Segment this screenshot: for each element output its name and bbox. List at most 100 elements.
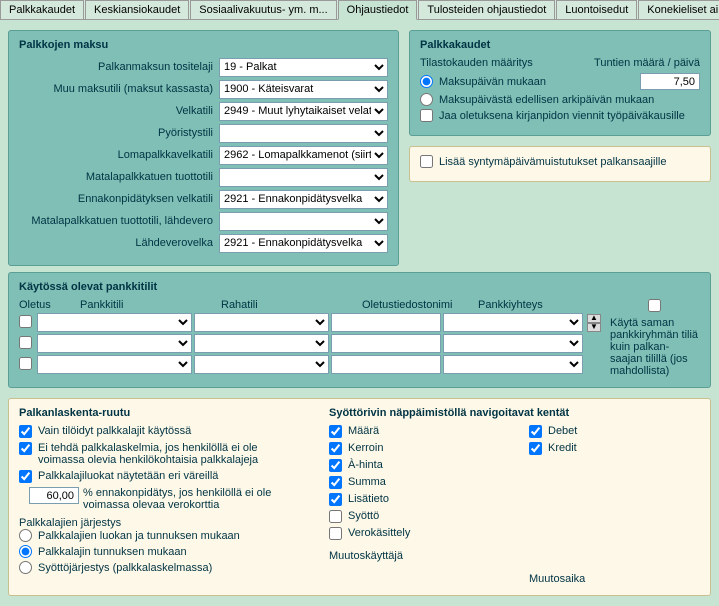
jaa-oletuksena-checkbox[interactable] (420, 109, 433, 122)
bank-rahatili-0[interactable] (194, 313, 329, 332)
vain-tiloidyt-checkbox[interactable] (19, 425, 32, 438)
order-syotto-label: Syöttöjärjestys (palkkalaskelmassa) (38, 562, 212, 574)
bank-col-rahatili: Rahatili (221, 299, 356, 311)
nav-label-4: Lisätieto (348, 493, 389, 505)
palkkojen-maksu-panel: Palkkojen maksu Palkanmaksun tositelaji1… (8, 30, 399, 266)
pm-select-7[interactable] (219, 212, 388, 231)
bank-yhteys-1[interactable] (443, 334, 583, 353)
tab-1[interactable]: Keskiansiokaudet (85, 0, 189, 19)
bank-oletus-2[interactable] (19, 357, 32, 370)
pm-label-5: Matalapalkkatuen tuottotili (19, 171, 219, 183)
bank-pankkitili-0[interactable] (37, 313, 192, 332)
muutoskayttaja-label: Muutoskäyttäjä (329, 550, 499, 562)
bank-spin-down[interactable]: ▼ (587, 323, 601, 332)
pm-label-3: Pyöristystili (19, 127, 219, 139)
bank-pankkitili-2[interactable] (37, 355, 192, 374)
bank-nimi-1[interactable] (331, 334, 441, 353)
palkkakaudet-panel: Palkkakaudet Tilastokauden määritys Tunt… (409, 30, 711, 136)
bank-rahatili-1[interactable] (194, 334, 329, 353)
pm-label-4: Lomapalkkavelkatili (19, 149, 219, 161)
pm-label-8: Lähdeverovelka (19, 237, 219, 249)
bank-col-yhteys: Pankkiyhteys (478, 299, 598, 311)
bank-rahatili-2[interactable] (194, 355, 329, 374)
bank-title: Käytössä olevat pankkitilit (19, 281, 700, 293)
vain-tiloidyt-label: Vain tilöidyt palkkalajit käytössä (38, 425, 299, 437)
bank-oletus-1[interactable] (19, 336, 32, 349)
nav-label-6: Verokäsittely (348, 527, 410, 539)
pm-select-0[interactable]: 19 - Palkat (219, 58, 388, 77)
bank-yhteys-2[interactable] (443, 355, 583, 374)
nav-label-0: Määrä (348, 425, 379, 437)
nav-Verokäsittely[interactable] (329, 527, 342, 540)
tab-2[interactable]: Sosiaalivakuutus- ym. m... (190, 0, 336, 19)
pm-select-2[interactable]: 2949 - Muut lyhytaikaiset velat (219, 102, 388, 121)
navfields-title: Syöttörivin näppäimistöllä navigoitavat … (329, 407, 499, 419)
ei-tehda-label: Ei tehdä palkkalaskelmia, jos henkilöllä… (38, 442, 299, 466)
birthday-checkbox[interactable] (420, 155, 433, 168)
maksupaivan-radio[interactable] (420, 75, 433, 88)
birthday-panel: Lisää syntymäpäivämuistutukset palkansaa… (409, 146, 711, 182)
jaa-oletuksena-label: Jaa oletuksena kirjanpidon viennit työpä… (439, 110, 685, 122)
nav-Lisätieto[interactable] (329, 493, 342, 506)
bank-nimi-2[interactable] (331, 355, 441, 374)
order-luokka-radio[interactable] (19, 529, 32, 542)
pm-select-6[interactable]: 2921 - Ennakonpidätysvelka (219, 190, 388, 209)
tab-6[interactable]: Konekieliset aineistot (638, 0, 719, 19)
tab-4[interactable]: Tulosteiden ohjaustiedot (418, 0, 555, 19)
pm-select-3[interactable] (219, 124, 388, 143)
bank-yhteys-0[interactable] (443, 313, 583, 332)
nav-À-hinta[interactable] (329, 459, 342, 472)
order-tunnus-radio[interactable] (19, 545, 32, 558)
nav-label-3: Summa (348, 476, 386, 488)
ei-tehda-checkbox[interactable] (19, 442, 32, 455)
pm-select-8[interactable]: 2921 - Ennakonpidätysvelka (219, 234, 388, 253)
bank-panel: Käytössä olevat pankkitilit Oletus Pankk… (8, 272, 711, 388)
tab-5[interactable]: Luontoisedut (556, 0, 637, 19)
palkkojen-maksu-title: Palkkojen maksu (19, 39, 388, 51)
pm-label-0: Palkanmaksun tositelaji (19, 61, 219, 73)
maksupaivasta-label: Maksupäivästä edellisen arkipäivän mukaa… (439, 94, 654, 106)
ennakonpidatys-pct-label: % ennakonpidätys, jos henkilöllä ei ole … (83, 487, 299, 511)
palkkakaudet-title: Palkkakaudet (420, 39, 700, 51)
order-title: Palkkalajien järjestys (19, 517, 299, 529)
nav2-Debet[interactable] (529, 425, 542, 438)
bank-oletus-0[interactable] (19, 315, 32, 328)
tab-0[interactable]: Palkkakaudet (0, 0, 84, 19)
birthday-label: Lisää syntymäpäivämuistutukset palkansaa… (439, 156, 666, 168)
nav-label-1: Kerroin (348, 442, 383, 454)
nav2-label-0: Debet (548, 425, 577, 437)
bank-col-pankkitili: Pankkitili (80, 299, 215, 311)
palkkalajiluokat-checkbox[interactable] (19, 470, 32, 483)
tab-3[interactable]: Ohjaustiedot (338, 0, 418, 20)
nav-label-2: À-hinta (348, 459, 383, 471)
palkkalajiluokat-label: Palkkalajiluokat näytetään eri väreillä (38, 470, 299, 482)
tilastokauden-label: Tilastokauden määritys (420, 57, 533, 69)
ennakonpidatys-pct-input[interactable] (29, 487, 79, 504)
order-tunnus-label: Palkkalajin tunnuksen mukaan (38, 546, 187, 558)
nav-Kerroin[interactable] (329, 442, 342, 455)
tuntien-label: Tuntien määrä / päivä (594, 57, 700, 69)
nav-Summa[interactable] (329, 476, 342, 489)
bottom-panel: Palkanlaskenta-ruutu Vain tilöidyt palkk… (8, 398, 711, 596)
bank-col-nimi: Oletustiedostonimi (362, 299, 472, 311)
nav2-Kredit[interactable] (529, 442, 542, 455)
nav-Syöttö[interactable] (329, 510, 342, 523)
pm-select-5[interactable] (219, 168, 388, 187)
bank-pankkitili-1[interactable] (37, 334, 192, 353)
bank-nimi-0[interactable] (331, 313, 441, 332)
pm-select-1[interactable]: 1900 - Käteisvarat (219, 80, 388, 99)
nav-Määrä[interactable] (329, 425, 342, 438)
maksupaivasta-radio[interactable] (420, 93, 433, 106)
pm-label-6: Ennakonpidätyksen velkatili (19, 193, 219, 205)
maksupaivan-label: Maksupäivän mukaan (439, 76, 546, 88)
tuntien-input[interactable] (640, 73, 700, 90)
muutosaika-label: Muutosaika (529, 573, 699, 585)
same-bankgroup-checkbox[interactable] (648, 299, 661, 312)
pm-label-7: Matalapalkkatuen tuottotili, lähdevero (19, 215, 219, 227)
pm-label-2: Velkatili (19, 105, 219, 117)
ruutu-title: Palkanlaskenta-ruutu (19, 407, 299, 419)
pm-select-4[interactable]: 2962 - Lomapalkkamenot (siirtov... (219, 146, 388, 165)
pm-label-1: Muu maksutili (maksut kassasta) (19, 83, 219, 95)
bank-col-oletus: Oletus (19, 299, 74, 311)
nav2-label-1: Kredit (548, 442, 577, 454)
